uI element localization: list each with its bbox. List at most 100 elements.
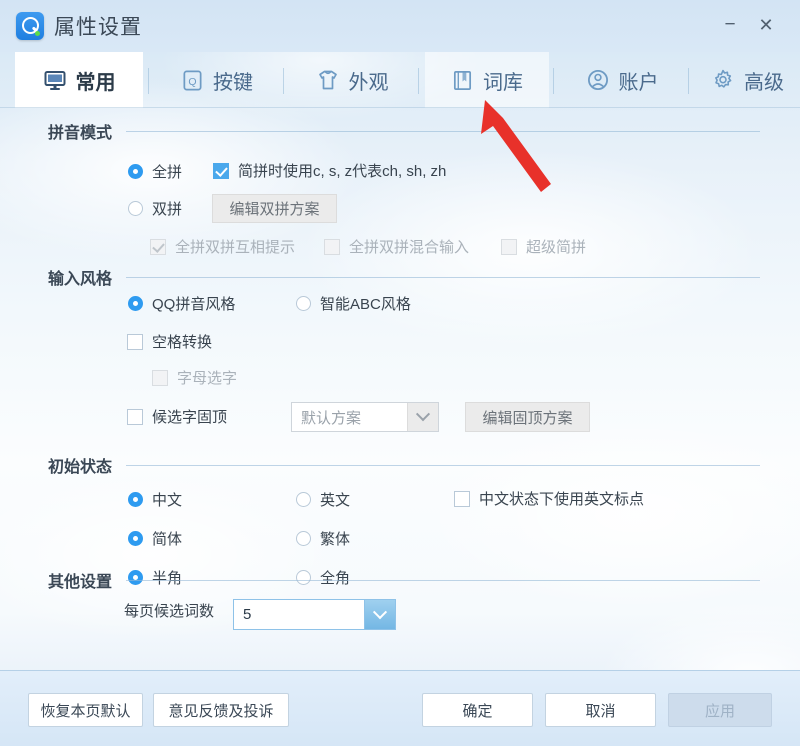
- edit-shuangpin-scheme-button[interactable]: 编辑双拼方案: [212, 194, 337, 223]
- radio-simplified-label: 简体: [152, 531, 183, 548]
- properties-settings-window: 属性设置 − ✕ 常用 Q 按键 外观 词库 账户 高级 拼音模式 全拼 简拼时…: [0, 0, 800, 746]
- radio-abc-style-indicator[interactable]: [296, 296, 311, 311]
- minimize-button[interactable]: −: [716, 12, 744, 38]
- candidates-per-page-row: 每页候选词数: [124, 600, 214, 621]
- radio-abc-style-label: 智能ABC风格: [320, 296, 411, 313]
- checkbox-mixed-input[interactable]: 全拼双拼混合输入: [324, 236, 469, 257]
- radio-shuangpin-label: 双拼: [152, 201, 183, 218]
- tab-separator: [148, 68, 149, 94]
- svg-text:Q: Q: [188, 75, 196, 87]
- gear-icon: [711, 68, 735, 92]
- tab-advanced[interactable]: 高级: [695, 52, 800, 108]
- checkbox-super-jianpin[interactable]: 超级简拼: [501, 236, 586, 257]
- checkbox-jianpin-csz-indicator[interactable]: [213, 162, 229, 179]
- cancel-button[interactable]: 取消: [545, 693, 656, 727]
- radio-simplified-indicator[interactable]: [128, 531, 143, 546]
- ok-button[interactable]: 确定: [422, 693, 533, 727]
- radio-shuangpin[interactable]: 双拼: [128, 198, 182, 219]
- section-title: 拼音模式: [48, 125, 113, 142]
- tab-separator: [553, 68, 554, 94]
- tab-appearance-label: 外观: [348, 71, 389, 94]
- radio-traditional-label: 繁体: [320, 531, 351, 548]
- window-title: 属性设置: [54, 16, 142, 39]
- radio-english[interactable]: 英文: [296, 489, 350, 510]
- section-divider: [126, 464, 760, 466]
- apply-button[interactable]: 应用: [668, 693, 772, 727]
- tab-account[interactable]: 账户: [560, 52, 684, 108]
- section-header-other-settings: 其他设置: [48, 570, 760, 591]
- candidates-per-page-label: 每页候选词数: [124, 603, 215, 620]
- tshirt-icon: [316, 68, 340, 92]
- tab-separator: [688, 68, 689, 94]
- radio-quanpin-label: 全拼: [152, 164, 183, 181]
- checkbox-english-punctuation-label: 中文状态下使用英文标点: [479, 491, 645, 508]
- section-title: 初始状态: [48, 459, 113, 476]
- radio-quanpin[interactable]: 全拼: [128, 161, 182, 182]
- radio-chinese-indicator[interactable]: [128, 492, 143, 507]
- checkbox-space-convert[interactable]: 空格转换: [127, 331, 212, 352]
- checkbox-pin-top-label: 候选字固顶: [152, 409, 228, 426]
- tab-separator: [418, 68, 419, 94]
- tab-keys[interactable]: Q 按键: [155, 52, 279, 108]
- settings-content: 拼音模式 全拼 简拼时使用c, s, z代表ch, sh, zh 双拼 编辑双拼…: [0, 108, 800, 670]
- checkbox-jianpin-csz-label: 简拼时使用c, s, z代表ch, sh, zh: [238, 163, 447, 180]
- checkbox-mutual-hint-indicator[interactable]: [150, 238, 166, 255]
- section-divider: [126, 130, 760, 132]
- edit-pin-top-scheme-button[interactable]: 编辑固顶方案: [465, 402, 590, 432]
- tab-bar: 常用 Q 按键 外观 词库 账户 高级: [0, 52, 800, 108]
- tab-dictionary[interactable]: 词库: [425, 52, 549, 108]
- book-icon: [451, 69, 474, 92]
- radio-english-indicator[interactable]: [296, 492, 311, 507]
- radio-traditional[interactable]: 繁体: [296, 528, 350, 549]
- feedback-button[interactable]: 意见反馈及投诉: [153, 693, 289, 727]
- user-circle-icon: [586, 68, 610, 92]
- checkbox-space-convert-indicator[interactable]: [127, 333, 143, 350]
- radio-abc-style[interactable]: 智能ABC风格: [296, 293, 411, 314]
- tab-general[interactable]: 常用: [15, 52, 143, 108]
- checkbox-english-punctuation-indicator[interactable]: [454, 490, 470, 507]
- checkbox-mutual-hint-label: 全拼双拼互相提示: [175, 239, 296, 256]
- section-header-pinyin-mode: 拼音模式: [48, 121, 760, 142]
- checkbox-letter-select[interactable]: 字母选字: [152, 367, 237, 388]
- monitor-icon: [43, 68, 67, 92]
- tab-appearance[interactable]: 外观: [290, 52, 414, 108]
- section-divider: [126, 579, 760, 581]
- radio-traditional-indicator[interactable]: [296, 531, 311, 546]
- section-header-input-style: 输入风格: [48, 267, 760, 288]
- restore-defaults-button[interactable]: 恢复本页默认: [28, 693, 143, 727]
- tab-account-label: 账户: [618, 71, 659, 94]
- section-title: 输入风格: [48, 271, 113, 288]
- tab-keys-label: 按键: [213, 71, 253, 94]
- title-bar: 属性设置 − ✕: [0, 0, 800, 52]
- checkbox-mutual-hint[interactable]: 全拼双拼互相提示: [150, 236, 295, 257]
- chevron-down-icon[interactable]: [364, 600, 395, 629]
- checkbox-mixed-input-indicator[interactable]: [324, 238, 340, 255]
- tab-advanced-label: 高级: [744, 71, 784, 94]
- checkbox-space-convert-label: 空格转换: [152, 334, 213, 351]
- radio-simplified[interactable]: 简体: [128, 528, 182, 549]
- tab-dictionary-label: 词库: [483, 71, 523, 94]
- checkbox-jianpin-csz[interactable]: 简拼时使用c, s, z代表ch, sh, zh: [213, 160, 446, 181]
- checkbox-super-jianpin-label: 超级简拼: [526, 239, 587, 256]
- pin-top-scheme-select[interactable]: 默认方案: [291, 402, 439, 432]
- checkbox-english-punctuation[interactable]: 中文状态下使用英文标点: [454, 488, 644, 509]
- radio-qq-pinyin-style-label: QQ拼音风格: [152, 296, 236, 313]
- checkbox-letter-select-indicator[interactable]: [152, 369, 168, 386]
- radio-english-label: 英文: [320, 492, 351, 509]
- checkbox-pin-top-indicator[interactable]: [127, 408, 143, 425]
- radio-quanpin-indicator[interactable]: [128, 164, 143, 179]
- checkbox-super-jianpin-indicator[interactable]: [501, 238, 517, 255]
- radio-qq-pinyin-style-indicator[interactable]: [128, 296, 143, 311]
- checkbox-pin-top[interactable]: 候选字固顶: [127, 406, 227, 427]
- radio-qq-pinyin-style[interactable]: QQ拼音风格: [128, 293, 235, 314]
- radio-chinese[interactable]: 中文: [128, 489, 182, 510]
- section-title: 其他设置: [48, 574, 113, 591]
- radio-shuangpin-indicator[interactable]: [128, 201, 143, 216]
- close-button[interactable]: ✕: [752, 12, 780, 38]
- tab-general-label: 常用: [75, 71, 116, 94]
- chevron-down-icon[interactable]: [407, 403, 438, 431]
- pin-top-scheme-value: 默认方案: [301, 409, 362, 427]
- qq-pinyin-logo-icon: [16, 12, 44, 40]
- key-q-icon: Q: [181, 69, 204, 92]
- candidates-per-page-select[interactable]: 5: [233, 599, 396, 630]
